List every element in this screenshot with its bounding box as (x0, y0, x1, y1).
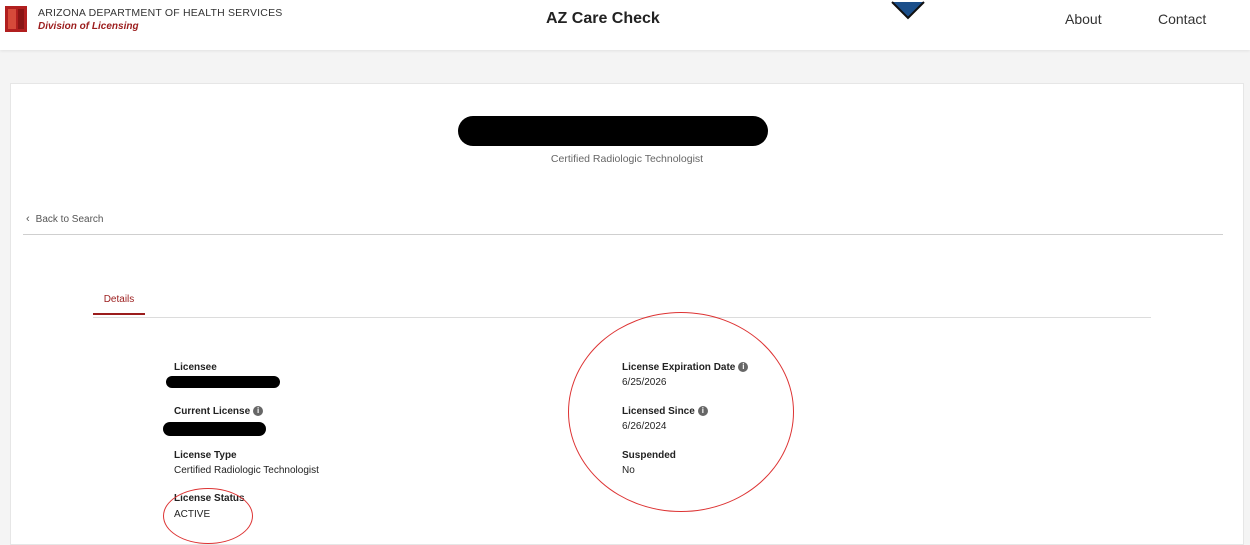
org-name: ARIZONA DEPARTMENT OF HEALTH SERVICES (38, 7, 283, 19)
licensee-label: Licensee (174, 362, 217, 373)
site-title: AZ Care Check (546, 10, 660, 27)
profile-subtitle: Certified Radiologic Technologist (550, 153, 704, 165)
current-license-label: Current License (174, 406, 251, 417)
license-type-label: License Type (174, 450, 237, 461)
annotation-circle-status (163, 488, 253, 544)
annotation-circle-dates (568, 312, 794, 512)
tab-divider (93, 317, 1151, 318)
back-to-search-link[interactable]: ‹ Back to Search (26, 213, 103, 225)
current-license-label-row: Current License i (174, 406, 264, 417)
redacted-name (458, 116, 768, 146)
adhs-logo-icon (5, 6, 27, 32)
details-card: Certified Radiologic Technologist ‹ Back … (10, 83, 1244, 545)
org-division: Division of Licensing (38, 21, 139, 32)
redacted-licensee (166, 376, 280, 388)
license-type-value: Certified Radiologic Technologist (174, 465, 319, 476)
nav-contact-link[interactable]: Contact (1158, 11, 1206, 27)
info-icon[interactable]: i (253, 406, 264, 417)
back-link-label: Back to Search (35, 214, 104, 225)
divider (23, 234, 1223, 235)
dropdown-marker-icon (891, 1, 925, 20)
chevron-left-icon: ‹ (26, 213, 30, 225)
tab-details[interactable]: Details (93, 294, 145, 315)
top-navigation-bar: ARIZONA DEPARTMENT OF HEALTH SERVICES Di… (0, 0, 1250, 50)
redacted-license-number (163, 422, 266, 436)
nav-about-link[interactable]: About (1065, 11, 1102, 27)
